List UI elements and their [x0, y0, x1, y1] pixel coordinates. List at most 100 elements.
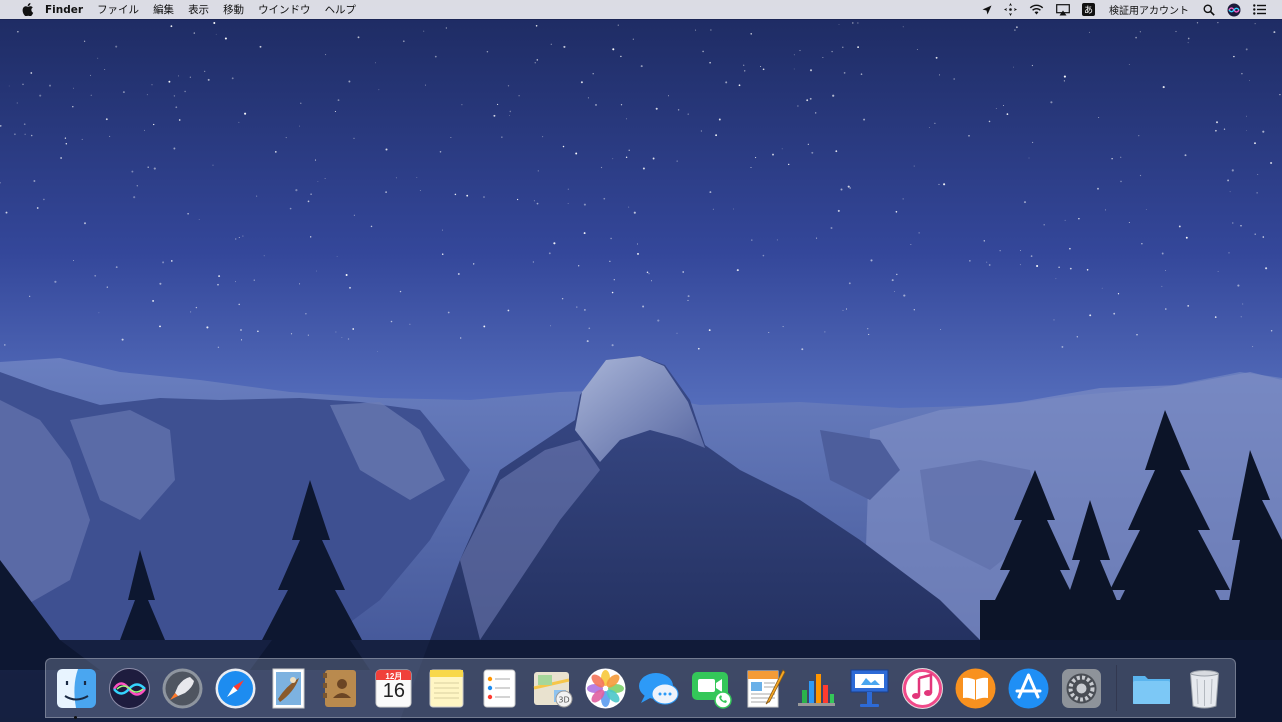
star	[617, 24, 619, 26]
dock-keynote[interactable]	[847, 666, 892, 711]
star	[153, 123, 155, 126]
star	[1241, 72, 1243, 75]
dock-numbers[interactable]	[794, 666, 839, 711]
star	[588, 327, 591, 330]
star	[648, 273, 650, 275]
dock-mail[interactable]	[266, 666, 311, 711]
menu-go[interactable]: 移動	[216, 0, 251, 19]
star	[30, 134, 33, 137]
dock-trash[interactable]	[1182, 666, 1227, 711]
star	[750, 33, 752, 35]
notification-center-icon[interactable]	[1247, 0, 1272, 19]
menu-view[interactable]: 表示	[181, 0, 216, 19]
star	[190, 311, 192, 313]
airplay-icon[interactable]	[1050, 0, 1076, 19]
spotlight-icon[interactable]	[1197, 0, 1221, 19]
star	[409, 323, 411, 325]
messages-icon	[638, 672, 679, 704]
star	[928, 127, 930, 128]
star	[902, 26, 904, 28]
star	[215, 33, 217, 35]
menu-edit[interactable]: 編集	[146, 0, 181, 19]
wifi-icon[interactable]	[1023, 0, 1050, 19]
star	[600, 166, 603, 169]
dock-ibooks[interactable]	[953, 666, 998, 711]
star	[793, 68, 795, 70]
star	[563, 45, 566, 48]
star	[636, 243, 639, 245]
star	[274, 151, 277, 153]
star	[567, 188, 569, 190]
menu-help[interactable]: ヘルプ	[318, 0, 364, 19]
dock-app-store[interactable]	[1006, 666, 1051, 711]
dock-pages[interactable]	[742, 666, 787, 711]
menu-window[interactable]: ウインドウ	[251, 0, 318, 19]
star	[1031, 64, 1034, 67]
star	[290, 333, 293, 335]
star	[1097, 187, 1099, 190]
star	[439, 151, 442, 153]
star	[516, 198, 519, 201]
dock-photos[interactable]	[583, 666, 628, 711]
star	[797, 105, 799, 107]
siri-icon[interactable]	[1221, 0, 1247, 19]
dock-contacts[interactable]	[318, 666, 363, 711]
star	[375, 62, 377, 64]
apple-menu-icon[interactable]	[14, 3, 42, 16]
menu-app-finder[interactable]: Finder	[42, 0, 90, 19]
star	[676, 332, 678, 334]
accessibility-icon[interactable]	[998, 0, 1023, 19]
star	[461, 104, 463, 106]
star	[709, 191, 712, 194]
star	[576, 306, 578, 308]
input-method-icon[interactable]: あ	[1076, 0, 1101, 19]
star	[939, 74, 940, 76]
dock-reminders[interactable]	[477, 666, 522, 711]
star	[1078, 217, 1080, 220]
star	[849, 187, 852, 189]
star	[207, 78, 210, 81]
dock-maps[interactable]: 3D	[530, 666, 575, 711]
facetime-icon	[691, 671, 732, 709]
dock-notes[interactable]	[424, 666, 469, 711]
dock-launchpad[interactable]	[160, 666, 205, 711]
star	[159, 325, 161, 328]
star	[1217, 22, 1219, 24]
dock-system-preferences[interactable]	[1059, 666, 1104, 711]
star	[385, 148, 388, 151]
dock-calendar[interactable]: 12月 16	[371, 666, 416, 711]
star	[507, 85, 510, 87]
user-account-name[interactable]: 検証用アカウント	[1101, 0, 1197, 19]
star	[457, 273, 460, 275]
trash-icon	[1189, 669, 1219, 708]
dock-facetime[interactable]	[689, 666, 734, 711]
dock-finder[interactable]	[54, 666, 99, 719]
star	[349, 286, 351, 289]
star	[838, 24, 840, 25]
star	[801, 348, 804, 351]
star	[1262, 130, 1265, 133]
safari-icon	[215, 668, 256, 708]
star	[943, 183, 946, 186]
dock-itunes[interactable]	[900, 666, 945, 711]
star	[106, 286, 108, 288]
finder-icon	[57, 668, 96, 708]
star	[712, 208, 714, 210]
dock-downloads-folder[interactable]	[1129, 666, 1174, 711]
star	[934, 122, 936, 124]
star	[483, 196, 485, 198]
star	[357, 36, 360, 39]
star	[578, 265, 580, 267]
menu-file[interactable]: ファイル	[90, 0, 146, 19]
location-icon[interactable]	[976, 0, 998, 19]
star	[198, 218, 200, 220]
star	[497, 103, 499, 105]
star	[896, 273, 898, 276]
dock-messages[interactable]	[636, 666, 681, 711]
star	[1019, 264, 1021, 266]
star	[536, 202, 539, 205]
star	[54, 280, 57, 283]
dock-siri[interactable]	[107, 666, 152, 711]
dock-safari[interactable]	[213, 666, 258, 711]
star	[1128, 64, 1130, 66]
